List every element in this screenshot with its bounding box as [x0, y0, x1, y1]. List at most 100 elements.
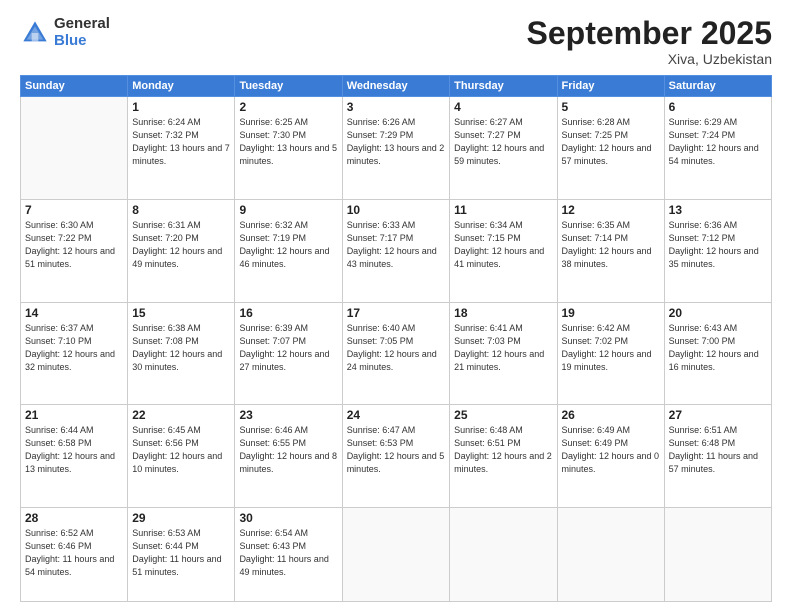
logo: General Blue — [20, 16, 110, 49]
day-number: 25 — [454, 408, 552, 422]
calendar-table: Sunday Monday Tuesday Wednesday Thursday… — [20, 75, 772, 602]
day-number: 21 — [25, 408, 123, 422]
table-row: 21Sunrise: 6:44 AMSunset: 6:58 PMDayligh… — [21, 405, 128, 508]
day-number: 18 — [454, 306, 552, 320]
day-info: Sunrise: 6:30 AMSunset: 7:22 PMDaylight:… — [25, 219, 123, 271]
table-row: 8 Sunrise: 6:31 AMSunset: 7:20 PMDaylight… — [128, 199, 235, 302]
day-info: Sunrise: 6:40 AMSunset: 7:05 PMDaylight:… — [347, 322, 445, 374]
day-number: 26 — [562, 408, 660, 422]
day-number: 5 — [562, 100, 660, 114]
day-number: 6 — [669, 100, 767, 114]
day-number: 2 — [239, 100, 337, 114]
day-number: 1 — [132, 100, 230, 114]
logo-general-text: General — [54, 16, 110, 33]
col-tuesday: Tuesday — [235, 76, 342, 97]
day-info: Sunrise: 6:33 AMSunset: 7:17 PMDaylight:… — [347, 219, 445, 271]
day-info: Sunrise: 6:37 AMSunset: 7:10 PMDaylight:… — [25, 322, 123, 374]
day-info: Sunrise: 6:42 AMSunset: 7:02 PMDaylight:… — [562, 322, 660, 374]
calendar-week-row: 1 Sunrise: 6:24 AMSunset: 7:32 PMDaylight… — [21, 97, 772, 200]
day-info: Sunrise: 6:29 AMSunset: 7:24 PMDaylight:… — [669, 116, 767, 168]
day-number: 14 — [25, 306, 123, 320]
table-row: 11Sunrise: 6:34 AMSunset: 7:15 PMDayligh… — [450, 199, 557, 302]
location-subtitle: Xiva, Uzbekistan — [527, 51, 772, 67]
day-number: 17 — [347, 306, 445, 320]
day-info: Sunrise: 6:47 AMSunset: 6:53 PMDaylight:… — [347, 424, 445, 476]
table-row: 29 Sunrise: 6:53 AMSunset: 6:44 PMDayligh… — [128, 507, 235, 601]
day-info: Sunrise: 6:51 AMSunset: 6:48 PMDaylight:… — [669, 424, 767, 476]
day-info: Sunrise: 6:26 AMSunset: 7:29 PMDaylight:… — [347, 116, 445, 168]
table-row: 13 Sunrise: 6:36 AMSunset: 7:12 PMDayligh… — [664, 199, 771, 302]
col-monday: Monday — [128, 76, 235, 97]
table-row: 19Sunrise: 6:42 AMSunset: 7:02 PMDayligh… — [557, 302, 664, 405]
col-friday: Friday — [557, 76, 664, 97]
table-row: 17 Sunrise: 6:40 AMSunset: 7:05 PMDayligh… — [342, 302, 449, 405]
table-row: 6 Sunrise: 6:29 AMSunset: 7:24 PMDaylight… — [664, 97, 771, 200]
table-row: 10 Sunrise: 6:33 AMSunset: 7:17 PMDayligh… — [342, 199, 449, 302]
calendar-week-row: 28 Sunrise: 6:52 AMSunset: 6:46 PMDayligh… — [21, 507, 772, 601]
day-number: 27 — [669, 408, 767, 422]
calendar-header-row: Sunday Monday Tuesday Wednesday Thursday… — [21, 76, 772, 97]
table-row: 26Sunrise: 6:49 AMSunset: 6:49 PMDayligh… — [557, 405, 664, 508]
table-row: 18 Sunrise: 6:41 AMSunset: 7:03 PMDayligh… — [450, 302, 557, 405]
day-info: Sunrise: 6:45 AMSunset: 6:56 PMDaylight:… — [132, 424, 230, 476]
col-thursday: Thursday — [450, 76, 557, 97]
logo-text: General Blue — [54, 16, 110, 49]
table-row: 12Sunrise: 6:35 AMSunset: 7:14 PMDayligh… — [557, 199, 664, 302]
day-number: 23 — [239, 408, 337, 422]
table-row: 22 Sunrise: 6:45 AMSunset: 6:56 PMDayligh… — [128, 405, 235, 508]
calendar-week-row: 21Sunrise: 6:44 AMSunset: 6:58 PMDayligh… — [21, 405, 772, 508]
table-row: 9 Sunrise: 6:32 AMSunset: 7:19 PMDaylight… — [235, 199, 342, 302]
day-number: 8 — [132, 203, 230, 217]
table-row: 30 Sunrise: 6:54 AMSunset: 6:43 PMDayligh… — [235, 507, 342, 601]
table-row: 1 Sunrise: 6:24 AMSunset: 7:32 PMDaylight… — [128, 97, 235, 200]
day-number: 15 — [132, 306, 230, 320]
table-row: 24 Sunrise: 6:47 AMSunset: 6:53 PMDayligh… — [342, 405, 449, 508]
table-row: 23 Sunrise: 6:46 AMSunset: 6:55 PMDayligh… — [235, 405, 342, 508]
day-info: Sunrise: 6:53 AMSunset: 6:44 PMDaylight:… — [132, 527, 230, 579]
table-row: 15Sunrise: 6:38 AMSunset: 7:08 PMDayligh… — [128, 302, 235, 405]
day-number: 13 — [669, 203, 767, 217]
col-saturday: Saturday — [664, 76, 771, 97]
day-info: Sunrise: 6:27 AMSunset: 7:27 PMDaylight:… — [454, 116, 552, 168]
day-info: Sunrise: 6:41 AMSunset: 7:03 PMDaylight:… — [454, 322, 552, 374]
day-info: Sunrise: 6:24 AMSunset: 7:32 PMDaylight:… — [132, 116, 230, 168]
day-info: Sunrise: 6:39 AMSunset: 7:07 PMDaylight:… — [239, 322, 337, 374]
day-number: 22 — [132, 408, 230, 422]
day-info: Sunrise: 6:46 AMSunset: 6:55 PMDaylight:… — [239, 424, 337, 476]
logo-icon — [20, 18, 50, 48]
day-number: 9 — [239, 203, 337, 217]
table-row: 20Sunrise: 6:43 AMSunset: 7:00 PMDayligh… — [664, 302, 771, 405]
table-row: 14 Sunrise: 6:37 AMSunset: 7:10 PMDayligh… — [21, 302, 128, 405]
calendar-week-row: 7 Sunrise: 6:30 AMSunset: 7:22 PMDaylight… — [21, 199, 772, 302]
day-number: 24 — [347, 408, 445, 422]
table-row: 28 Sunrise: 6:52 AMSunset: 6:46 PMDayligh… — [21, 507, 128, 601]
day-number: 29 — [132, 511, 230, 525]
day-number: 4 — [454, 100, 552, 114]
day-info: Sunrise: 6:52 AMSunset: 6:46 PMDaylight:… — [25, 527, 123, 579]
day-number: 3 — [347, 100, 445, 114]
day-info: Sunrise: 6:25 AMSunset: 7:30 PMDaylight:… — [239, 116, 337, 168]
day-info: Sunrise: 6:28 AMSunset: 7:25 PMDaylight:… — [562, 116, 660, 168]
day-info: Sunrise: 6:35 AMSunset: 7:14 PMDaylight:… — [562, 219, 660, 271]
table-row — [450, 507, 557, 601]
day-number: 7 — [25, 203, 123, 217]
day-info: Sunrise: 6:36 AMSunset: 7:12 PMDaylight:… — [669, 219, 767, 271]
table-row: 3 Sunrise: 6:26 AMSunset: 7:29 PMDaylight… — [342, 97, 449, 200]
table-row: 2 Sunrise: 6:25 AMSunset: 7:30 PMDaylight… — [235, 97, 342, 200]
table-row: 5 Sunrise: 6:28 AMSunset: 7:25 PMDaylight… — [557, 97, 664, 200]
table-row: 7 Sunrise: 6:30 AMSunset: 7:22 PMDaylight… — [21, 199, 128, 302]
header: General Blue September 2025 Xiva, Uzbeki… — [20, 16, 772, 67]
day-info: Sunrise: 6:34 AMSunset: 7:15 PMDaylight:… — [454, 219, 552, 271]
day-number: 16 — [239, 306, 337, 320]
day-info: Sunrise: 6:32 AMSunset: 7:19 PMDaylight:… — [239, 219, 337, 271]
table-row — [342, 507, 449, 601]
day-number: 28 — [25, 511, 123, 525]
day-info: Sunrise: 6:54 AMSunset: 6:43 PMDaylight:… — [239, 527, 337, 579]
day-info: Sunrise: 6:31 AMSunset: 7:20 PMDaylight:… — [132, 219, 230, 271]
day-number: 30 — [239, 511, 337, 525]
logo-blue-text: Blue — [54, 33, 110, 50]
title-block: September 2025 Xiva, Uzbekistan — [527, 16, 772, 67]
day-number: 10 — [347, 203, 445, 217]
table-row — [21, 97, 128, 200]
table-row — [664, 507, 771, 601]
